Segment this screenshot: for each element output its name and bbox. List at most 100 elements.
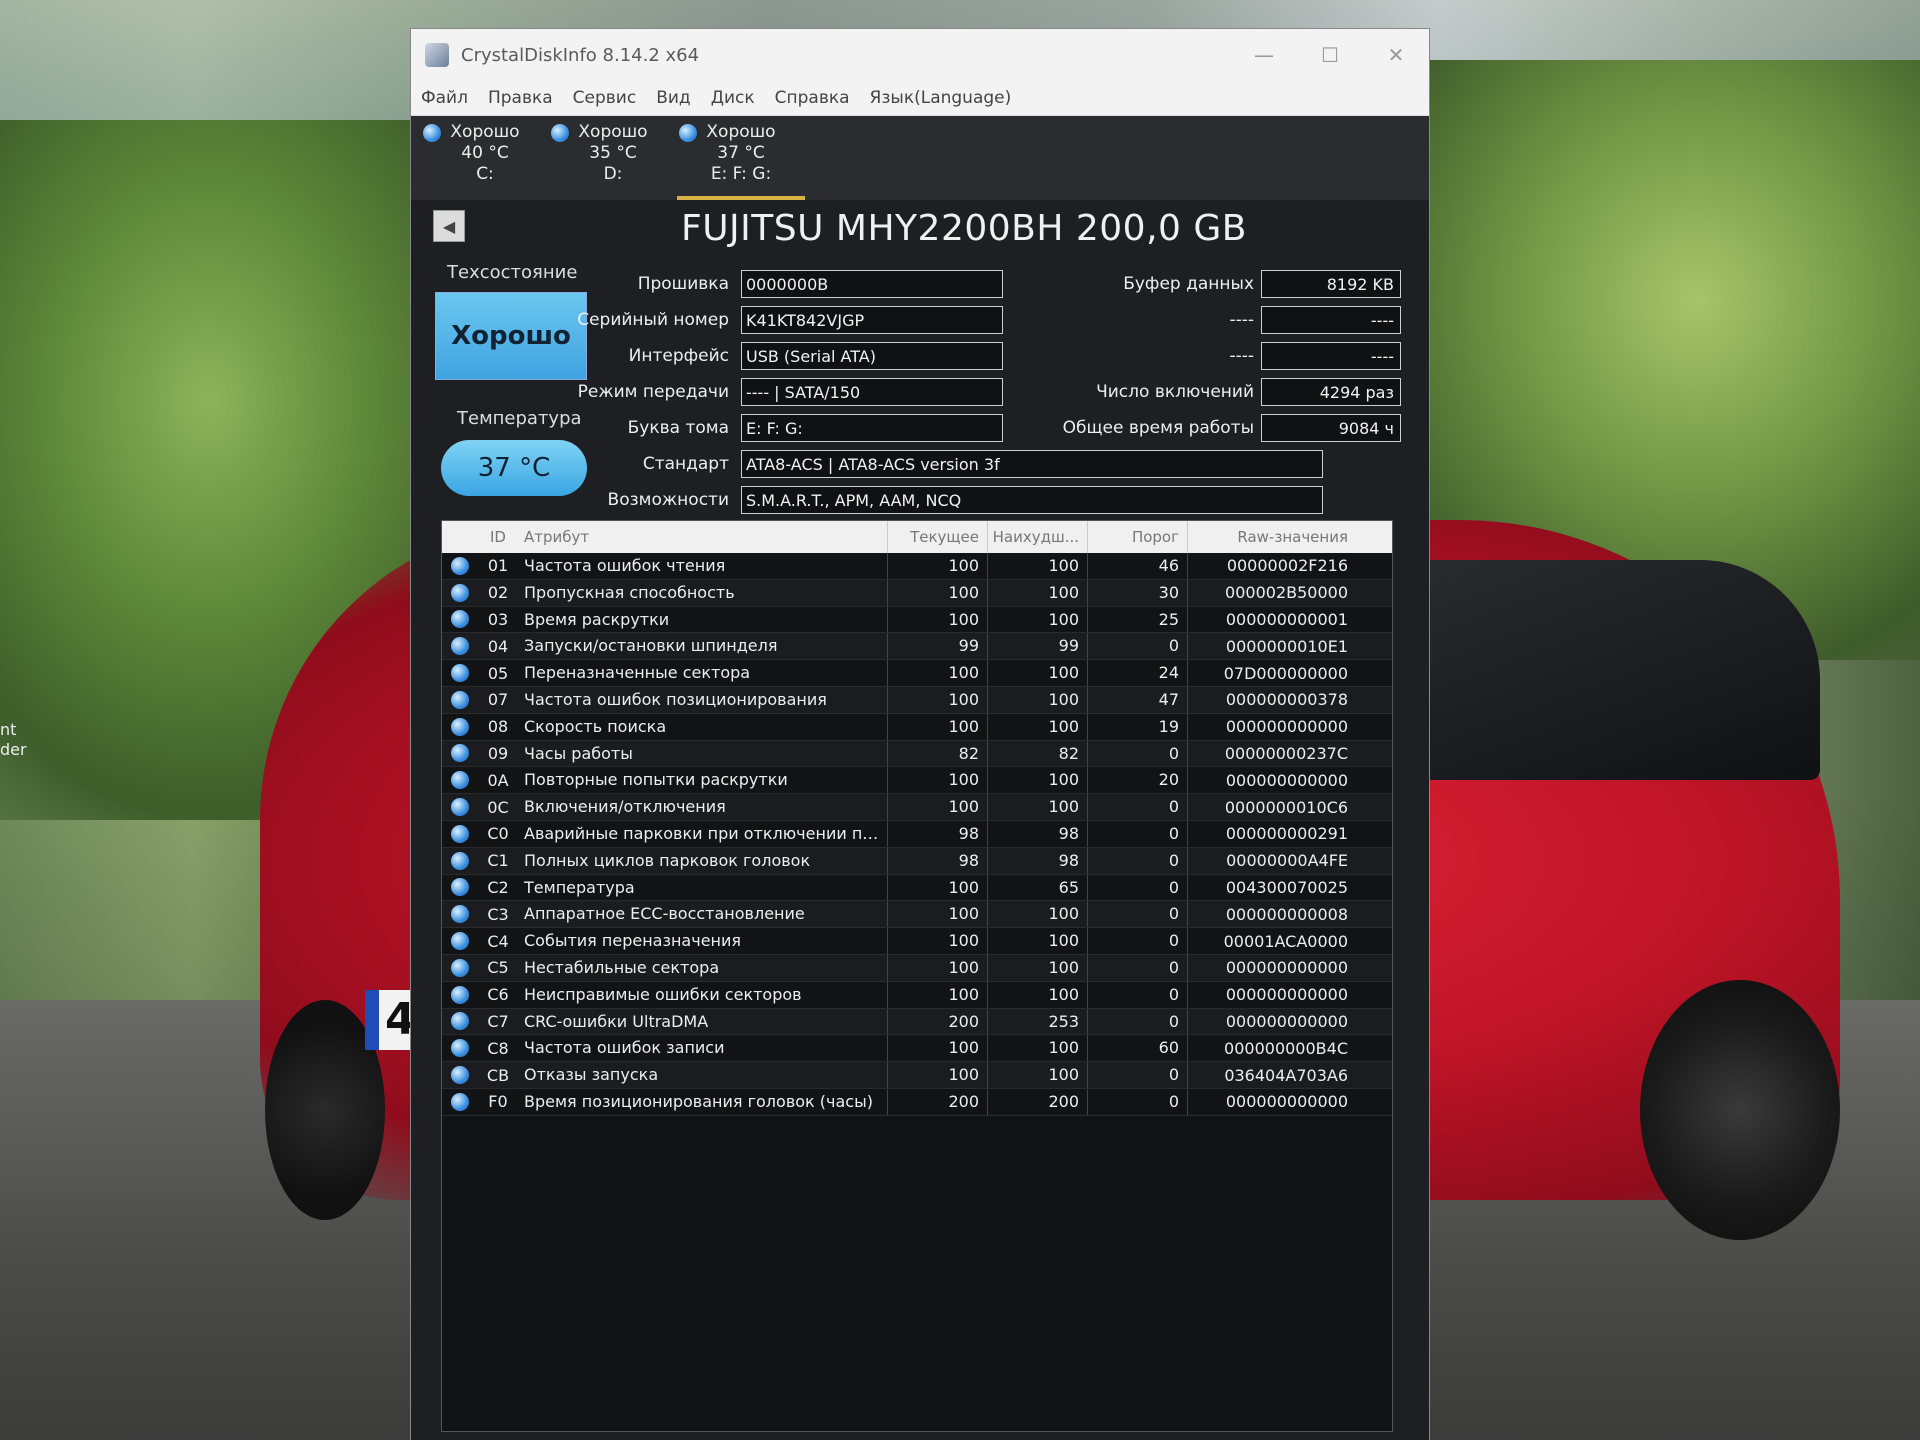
table-row[interactable]: C1 Полных циклов парковок головок 98 98 0 000… — [442, 847, 1392, 875]
attribute-raw: 00000000237C — [1224, 743, 1348, 763]
attribute-current: 100 — [888, 660, 988, 686]
header-current[interactable]: Текущее — [888, 521, 988, 553]
arrow-left-icon: ◀ — [442, 216, 456, 236]
attribute-current: 100 — [888, 954, 988, 981]
table-row[interactable]: C8 Частота ошибок записи 100 100 60 000000000… — [442, 1035, 1392, 1063]
drive-tab-c[interactable]: Хорошо 40 °C C: — [421, 116, 549, 200]
attribute-worst: 65 — [988, 874, 1088, 901]
firmware-value: 0000000B — [741, 270, 1003, 298]
attribute-name: Температура — [518, 874, 888, 901]
attribute-raw: 000000000000 — [1225, 1092, 1348, 1112]
table-row[interactable]: C5 Нестабильные сектора 100 100 0 00000000000… — [442, 954, 1392, 982]
attribute-worst: 100 — [988, 606, 1088, 633]
table-row[interactable]: C0 Аварийные парковки при отключении пи..… — [442, 820, 1392, 848]
menu-edit[interactable]: Правка — [488, 88, 553, 108]
header-attribute[interactable]: Атрибут — [518, 521, 888, 553]
attribute-name: Повторные попытки раскрутки — [518, 767, 888, 794]
disk-info-panel: ◀ FUJITSU MHY2200BH 200,0 GB Техсостояни… — [411, 200, 1429, 1440]
header-threshold[interactable]: Порог — [1088, 521, 1188, 553]
header-raw[interactable]: Raw-значения — [1188, 528, 1358, 546]
attribute-worst: 82 — [988, 740, 1088, 767]
header-worst[interactable]: Наихудш... — [988, 521, 1088, 553]
attribute-name: Неисправимые ошибки секторов — [518, 981, 888, 1008]
menu-language[interactable]: Язык(Language) — [870, 88, 1012, 108]
power-on-count-value: 4294 раз — [1261, 378, 1401, 406]
health-status-button[interactable]: Хорошо — [435, 292, 587, 380]
transfer-mode-label: Режим передачи — [577, 382, 729, 402]
attribute-current: 100 — [888, 579, 988, 606]
desktop-icon-label[interactable]: der — [0, 740, 27, 759]
attribute-threshold: 0 — [1088, 874, 1188, 901]
volume-value: E: F: G: — [741, 414, 1003, 442]
status-dot-icon — [442, 771, 478, 790]
attribute-id: C4 — [487, 931, 509, 951]
attribute-threshold: 47 — [1088, 686, 1188, 713]
attribute-worst: 99 — [988, 633, 1088, 660]
status-dot-icon — [442, 798, 478, 817]
attribute-current: 100 — [888, 901, 988, 928]
drive-temp: 35 °C — [589, 143, 637, 163]
attribute-id: 09 — [487, 743, 509, 763]
attribute-threshold: 46 — [1088, 553, 1188, 579]
menu-file[interactable]: Файл — [421, 88, 468, 108]
table-row[interactable]: 05 Переназначенные сектора 100 100 24 07D0000… — [442, 660, 1392, 687]
status-dot-icon — [451, 1066, 469, 1085]
crystaldiskinfo-window: CrystalDiskInfo 8.14.2 x64 — ☐ ✕ Файл Пр… — [410, 28, 1430, 1440]
table-row[interactable]: 04 Запуски/остановки шпинделя 99 99 0 0000000… — [442, 633, 1392, 661]
attribute-threshold: 0 — [1088, 954, 1188, 981]
menu-help[interactable]: Справка — [775, 88, 850, 108]
attribute-threshold: 0 — [1088, 794, 1188, 820]
status-dot-icon — [451, 717, 469, 736]
status-dot-icon — [442, 744, 478, 763]
attribute-worst: 100 — [988, 1035, 1088, 1062]
table-row[interactable]: 08 Скорость поиска 100 100 19 000000000000 — [442, 713, 1392, 741]
menu-disk[interactable]: Диск — [711, 88, 755, 108]
drive-tab-d[interactable]: Хорошо 35 °C D: — [549, 116, 677, 200]
status-dot-icon — [442, 824, 478, 843]
close-button[interactable]: ✕ — [1363, 29, 1429, 81]
attribute-worst: 100 — [988, 981, 1088, 1008]
menu-view[interactable]: Вид — [656, 88, 690, 108]
menu-service[interactable]: Сервис — [573, 88, 637, 108]
drive-tab-efg[interactable]: Хорошо 37 °C E: F: G: — [677, 116, 805, 200]
table-row[interactable]: C6 Неисправимые ошибки секторов 100 100 0 000… — [442, 981, 1392, 1009]
status-dot-icon — [442, 664, 478, 683]
attribute-name: Отказы запуска — [518, 1062, 888, 1088]
temperature-button[interactable]: 37 °C — [441, 440, 587, 496]
attribute-current: 100 — [888, 1035, 988, 1062]
table-row[interactable]: 03 Время раскрутки 100 100 25 000000000001 — [442, 606, 1392, 634]
table-row[interactable]: C7 CRC-ошибки UltraDMA 200 253 0 000000000000 — [442, 1008, 1392, 1036]
attribute-threshold: 0 — [1088, 928, 1188, 954]
health-label: Техсостояние — [447, 262, 578, 283]
table-row[interactable]: 07 Частота ошибок позиционирования 100 100 4… — [442, 686, 1392, 714]
table-row[interactable]: F0 Время позиционирования головок (часы) 2… — [442, 1088, 1392, 1116]
attribute-name: Включения/отключения — [518, 794, 888, 820]
attribute-worst: 100 — [988, 767, 1088, 794]
table-row[interactable]: 0A Повторные попытки раскрутки 100 100 20 000… — [442, 767, 1392, 795]
smart-table-header: ID Атрибут Текущее Наихудш... Порог Raw-… — [442, 521, 1392, 553]
attribute-raw: 000000000000 — [1225, 958, 1348, 978]
header-id[interactable]: ID — [478, 528, 518, 546]
previous-disk-button[interactable]: ◀ — [433, 210, 465, 242]
table-row[interactable]: 01 Частота ошибок чтения 100 100 46 00000002F… — [442, 553, 1392, 580]
attribute-threshold: 0 — [1088, 901, 1188, 928]
status-dot-icon — [442, 690, 478, 709]
maximize-button[interactable]: ☐ — [1297, 29, 1363, 81]
attribute-current: 100 — [888, 928, 988, 954]
status-dot-icon — [442, 1092, 478, 1111]
table-row[interactable]: 09 Часы работы 82 82 0 00000000237C — [442, 740, 1392, 768]
status-dot-icon — [442, 610, 478, 629]
attribute-raw: 000000000000 — [1225, 1011, 1348, 1031]
table-row[interactable]: C2 Температура 100 65 0 004300070025 — [442, 874, 1392, 902]
drive-letter: D: — [603, 164, 623, 184]
minimize-button[interactable]: — — [1231, 29, 1297, 81]
transfer-mode-value: ---- | SATA/150 — [741, 378, 1003, 406]
table-row[interactable]: C4 События переназначения 100 100 0 00001ACA0… — [442, 928, 1392, 955]
table-row[interactable]: 0C Включения/отключения 100 100 0 0000000010C… — [442, 794, 1392, 821]
title-bar[interactable]: CrystalDiskInfo 8.14.2 x64 — ☐ ✕ — [411, 29, 1429, 81]
attribute-raw: 07D000000000 — [1223, 663, 1348, 683]
table-row[interactable]: C3 Аппаратное ECC-восстановление 100 100 0 00… — [442, 901, 1392, 929]
desktop-icon-label[interactable]: nt — [0, 720, 16, 739]
table-row[interactable]: CB Отказы запуска 100 100 0 036404A703A6 — [442, 1062, 1392, 1089]
table-row[interactable]: 02 Пропускная способность 100 100 30 000002B5… — [442, 579, 1392, 607]
